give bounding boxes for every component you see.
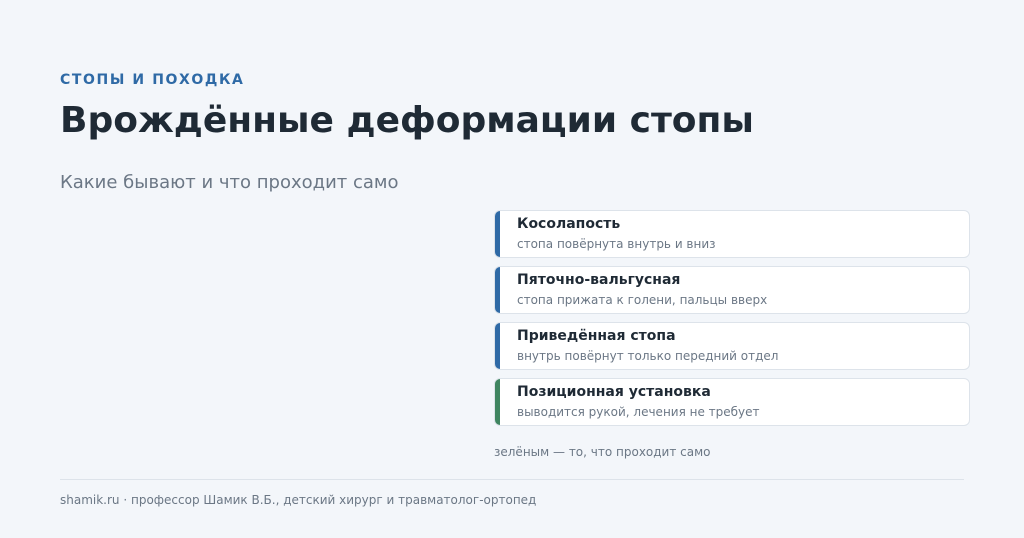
- card-title: Приведённая стопа: [517, 328, 676, 344]
- card-description: внутрь повёрнут только передний отдел: [517, 349, 779, 363]
- deformation-card-metatarsus-adductus: Приведённая стопа внутрь повёрнут только…: [494, 322, 970, 370]
- card-marker: [495, 323, 500, 369]
- card-title: Позиционная установка: [517, 384, 711, 400]
- card-description: выводится рукой, лечения не требует: [517, 405, 760, 419]
- color-legend-note: зелёным — то, что проходит само: [494, 445, 711, 459]
- footer-divider: [60, 479, 964, 480]
- card-marker: [495, 379, 500, 425]
- page: { "header": { "eyebrow": "СТОПЫ И ПОХОДК…: [0, 0, 1024, 538]
- card-marker: [495, 267, 500, 313]
- card-description: стопа прижата к голени, пальцы вверх: [517, 293, 768, 307]
- footer-credit: shamik.ru · профессор Шамик В.Б., детски…: [60, 493, 537, 507]
- deformation-card-calcaneovalgus: Пяточно-вальгусная стопа прижата к голен…: [494, 266, 970, 314]
- card-description: стопа повёрнута внутрь и вниз: [517, 237, 716, 251]
- card-marker: [495, 211, 500, 257]
- card-title: Косолапость: [517, 216, 621, 232]
- deformation-card-clubfoot: Косолапость стопа повёрнута внутрь и вни…: [494, 210, 970, 258]
- deformation-card-positional: Позиционная установка выводится рукой, л…: [494, 378, 970, 426]
- page-subtitle: Какие бывают и что проходит само: [60, 172, 399, 193]
- card-title: Пяточно-вальгусная: [517, 272, 681, 288]
- eyebrow-label: СТОПЫ И ПОХОДКА: [60, 72, 245, 88]
- page-title: Врождённые деформации стопы: [60, 100, 754, 141]
- deformation-list: Косолапость стопа повёрнута внутрь и вни…: [494, 210, 970, 434]
